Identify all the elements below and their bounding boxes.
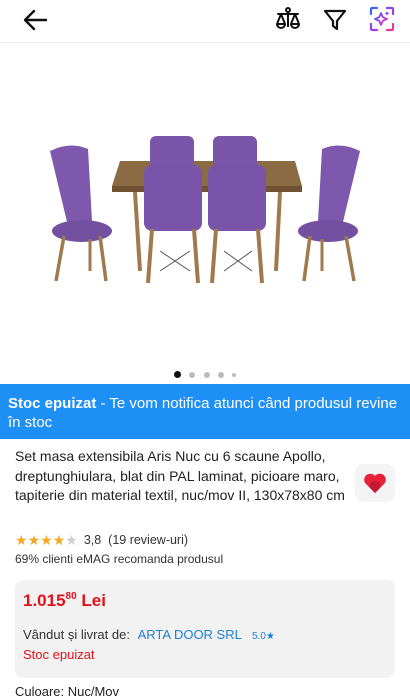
- rating-row[interactable]: ★ ★ ★ ★ ★ 3,8 (19 review-uri): [15, 532, 188, 548]
- product-price: 1.01580 Lei: [23, 591, 106, 611]
- vendor-star-icon: ★: [265, 631, 275, 642]
- price-decimals: 80: [65, 591, 77, 602]
- top-toolbar: [0, 0, 410, 40]
- price-card: 1.01580 Lei Vândut și livrat de: ARTA DO…: [15, 580, 395, 678]
- stock-status-label: Stoc epuizat: [8, 395, 97, 412]
- product-image-gallery[interactable]: [0, 42, 410, 382]
- heart-icon: [364, 473, 386, 493]
- vendor-label: Vândut și livrat de:: [23, 627, 130, 642]
- favorite-button[interactable]: [355, 464, 395, 502]
- rating-value: 3,8: [83, 533, 102, 547]
- ai-sparkle-icon[interactable]: [368, 5, 396, 33]
- purple-chairs-table-icon: [50, 136, 360, 284]
- gallery-dot[interactable]: [217, 371, 224, 378]
- gallery-dot[interactable]: [203, 371, 210, 378]
- review-count-link[interactable]: (19 review-uri): [108, 533, 188, 547]
- price-currency: Lei: [81, 591, 106, 610]
- product-title: Set masa extensibila Aris Nuc cu 6 scaun…: [15, 448, 345, 503]
- vendor-link[interactable]: ARTA DOOR SRL: [138, 627, 242, 642]
- star-icon: ★: [52, 532, 66, 548]
- stock-notification-banner[interactable]: Stoc epuizat - Te vom notifica atunci câ…: [0, 384, 410, 439]
- compare-scale-icon[interactable]: [274, 5, 302, 33]
- star-icon: ★: [15, 532, 28, 548]
- gallery-pagination[interactable]: [0, 366, 410, 379]
- rating-stars: ★ ★ ★ ★ ★: [15, 532, 78, 548]
- stock-status: Stoc epuizat: [23, 647, 95, 662]
- vendor-row: Vândut și livrat de: ARTA DOOR SRL 5.0★: [23, 627, 275, 642]
- vendor-score: 5.0: [252, 631, 266, 642]
- recommendation-text: 69% clienti eMAG recomanda produsul: [15, 552, 224, 566]
- filter-funnel-icon[interactable]: [322, 7, 348, 33]
- gallery-dot[interactable]: [173, 371, 181, 379]
- star-icon: ★: [27, 532, 41, 548]
- color-variant-label[interactable]: Culoare: Nuc/Mov: [15, 684, 119, 699]
- star-icon: ★: [40, 532, 53, 548]
- price-integer: 1.015: [23, 591, 66, 610]
- arrow-left-icon[interactable]: [22, 7, 48, 33]
- star-icon: ★: [65, 532, 78, 548]
- gallery-dot[interactable]: [189, 371, 196, 378]
